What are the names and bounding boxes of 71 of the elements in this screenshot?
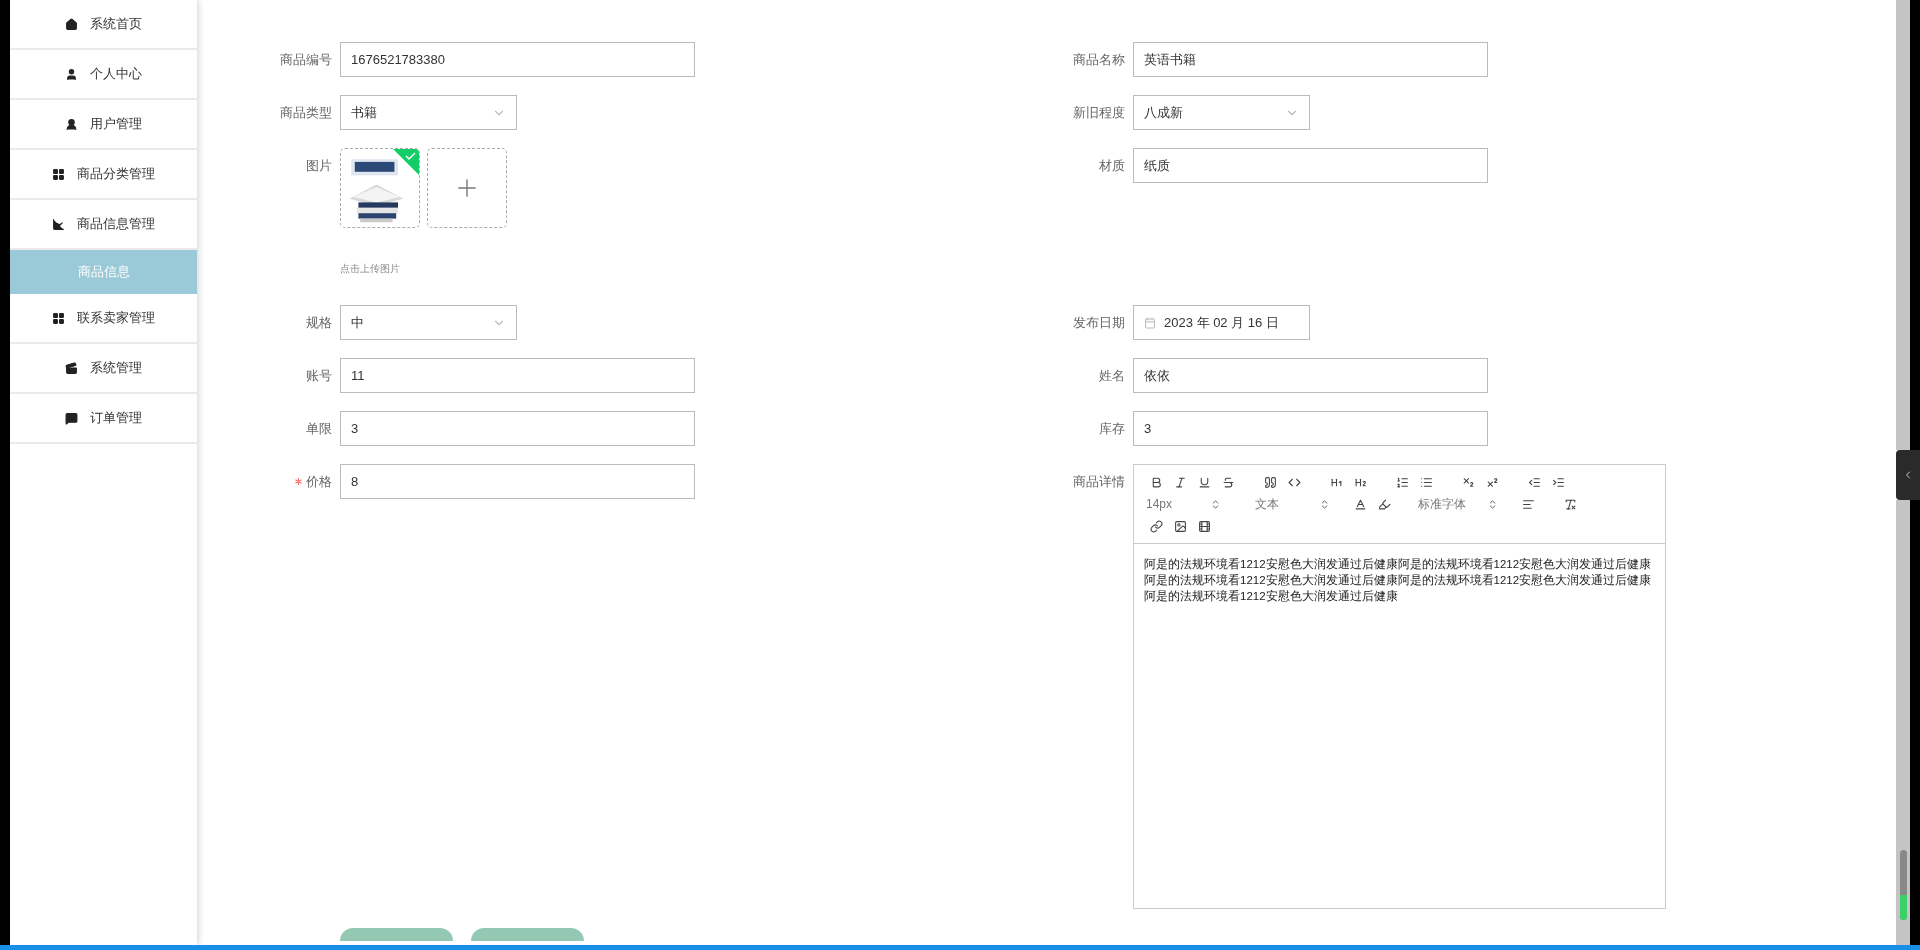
upload-hint: 点击上传图片	[340, 262, 401, 276]
select-field[interactable]: 中	[340, 305, 517, 340]
toolbar-select[interactable]: 14px	[1146, 495, 1221, 513]
sidebar-item[interactable]: 用户管理	[10, 100, 197, 150]
input-field[interactable]: 英语书籍	[1133, 42, 1488, 77]
grid-icon	[52, 167, 65, 181]
field-label: 账号	[306, 366, 332, 385]
field-label: 图片	[306, 156, 332, 175]
image-icon	[1173, 519, 1187, 533]
italic-icon	[1173, 475, 1187, 489]
input-field[interactable]: 11	[340, 358, 695, 393]
updown-icon	[1210, 498, 1221, 510]
input-field[interactable]: 3	[1133, 411, 1488, 446]
calendar-icon	[1144, 316, 1156, 329]
sidebar-item[interactable]: 个人中心	[10, 50, 197, 100]
field-label: 商品名称	[1073, 50, 1125, 69]
underline-icon	[1197, 475, 1211, 489]
date-field[interactable]: 2023 年 02 月 16 日	[1133, 305, 1310, 340]
subscript-icon	[1461, 475, 1475, 489]
field-label: 姓名	[1099, 366, 1125, 385]
field-label: 材质	[1099, 156, 1125, 175]
input-field[interactable]: 3	[340, 411, 695, 446]
input-field[interactable]: 8	[340, 464, 695, 499]
link-icon	[1149, 519, 1163, 533]
sidebar-item[interactable]: 联系卖家管理	[10, 294, 197, 344]
clapperboard-icon	[65, 361, 78, 375]
field-label: 新旧程度	[1073, 103, 1125, 122]
rich-text-editor[interactable]: 14px 文本 标准字体 阿是的法规环境看1212安慰色大润发通过后健康阿是的法规环境看1212安慰色大润发通过后健康阿是的法规环境看1212安慰色大润发通过后健康阿是的法规环境看1212安慰色大润发通过后健康阿是的法规环境看1212安慰色大润发通过后健康	[1133, 464, 1666, 909]
field-label: 价格	[306, 472, 332, 491]
clear-format-icon	[1563, 497, 1577, 511]
strikethrough-icon	[1221, 475, 1235, 489]
sidebar-item[interactable]: 订单管理	[10, 394, 197, 444]
toolbar-select[interactable]: 标准字体	[1418, 495, 1498, 513]
select-field[interactable]: 八成新	[1133, 95, 1310, 130]
bullet-list-icon	[1419, 475, 1433, 489]
uploaded-image[interactable]	[340, 148, 420, 228]
background-color-icon	[1377, 497, 1391, 511]
superscript-icon	[1485, 475, 1499, 489]
font-color-icon	[1353, 497, 1367, 511]
toolbar-select[interactable]: 文本	[1255, 495, 1330, 513]
quote-icon	[1263, 475, 1277, 489]
field-label: 商品详情	[1073, 472, 1125, 491]
select-field[interactable]: 书籍	[340, 95, 517, 130]
scrollbar-thumb[interactable]	[1899, 850, 1907, 920]
user-icon	[65, 117, 78, 131]
message-icon	[65, 411, 78, 425]
user-icon	[65, 67, 78, 81]
indent-icon	[1551, 475, 1565, 489]
sidebar-item[interactable]: 系统首页	[10, 0, 197, 50]
field-label: 发布日期	[1073, 313, 1125, 332]
sidebar-item[interactable]: 商品分类管理	[10, 150, 197, 200]
ordered-list-icon	[1395, 475, 1409, 489]
input-field[interactable]: 1676521783380	[340, 42, 695, 77]
input-field[interactable]: 依依	[1133, 358, 1488, 393]
outdent-icon	[1527, 475, 1541, 489]
input-field[interactable]: 纸质	[1133, 148, 1488, 183]
success-badge-icon	[393, 149, 419, 175]
field-label: 商品类型	[280, 103, 332, 122]
align-icon	[1521, 497, 1535, 511]
sidebar-item[interactable]: 商品信息管理	[10, 200, 197, 250]
video-icon	[1197, 519, 1211, 533]
field-label: 单限	[306, 419, 332, 438]
editor-content: 阿是的法规环境看1212安慰色大润发通过后健康阿是的法规环境看1212安慰色大润发通过后健康阿是的法规环境看1212安慰色大润发通过后健康阿是的法规环境看1212安慰色大润发通过后健康阿是的法规环境看1212安慰色大润发通过后健康	[1144, 557, 1653, 604]
sidebar-item[interactable]: 系统管理	[10, 344, 197, 394]
updown-icon	[1319, 498, 1330, 510]
updown-icon	[1487, 498, 1498, 510]
field-label: 库存	[1099, 419, 1125, 438]
field-label: 规格	[306, 313, 332, 332]
field-label: 商品编号	[280, 50, 332, 69]
grid-icon	[52, 311, 65, 325]
home-icon	[65, 17, 78, 31]
